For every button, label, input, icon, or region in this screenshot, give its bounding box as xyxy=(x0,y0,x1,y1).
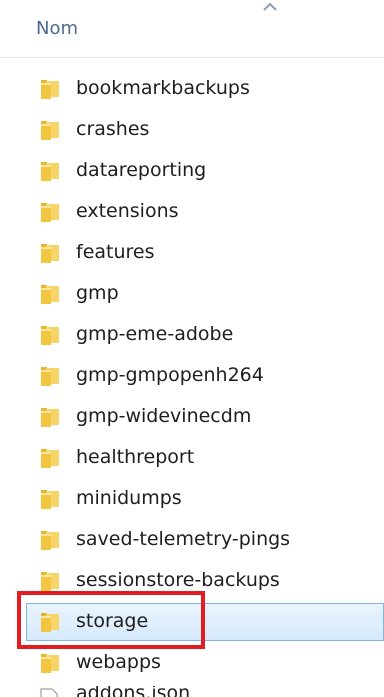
folder-icon xyxy=(41,121,59,140)
file-label: addons.json xyxy=(76,686,191,697)
column-header-name[interactable]: Nom xyxy=(36,18,78,39)
file-icon xyxy=(40,688,58,697)
folder-icon xyxy=(41,490,59,509)
column-header-bar: Nom xyxy=(0,0,384,58)
folder-name: healthreport xyxy=(76,446,195,468)
folder-icon xyxy=(41,203,59,222)
folder-row-minidumps[interactable]: minidumps xyxy=(0,478,384,519)
folder-name: datareporting xyxy=(76,159,207,181)
folder-name: gmp-gmpopenh264 xyxy=(76,364,264,386)
folder-row-gmp-widevinecdm[interactable]: gmp-widevinecdm xyxy=(0,396,384,437)
folder-name: gmp xyxy=(76,282,119,304)
file-list-view: Nom bookmarkbackups crashes datareporting e… xyxy=(0,0,384,697)
folder-row-features[interactable]: features xyxy=(0,232,384,273)
folder-name: gmp-widevinecdm xyxy=(76,405,252,427)
folder-row-gmp[interactable]: gmp xyxy=(0,273,384,314)
folder-icon xyxy=(41,326,59,345)
folder-row-gmp-eme-adobe[interactable]: gmp-eme-adobe xyxy=(0,314,384,355)
folder-icon xyxy=(41,162,59,181)
folder-icon xyxy=(41,531,59,550)
folder-icon xyxy=(41,449,59,468)
folder-row-bookmarkbackups[interactable]: bookmarkbackups xyxy=(0,68,384,109)
folder-icon xyxy=(41,244,59,263)
folder-icon xyxy=(41,408,59,427)
red-highlight-box xyxy=(17,591,205,649)
folder-icon xyxy=(41,285,59,304)
folder-row-saved-telemetry-pings[interactable]: saved-telemetry-pings xyxy=(0,519,384,560)
folder-name: minidumps xyxy=(76,487,182,509)
sort-ascending-icon xyxy=(263,2,277,11)
folder-row-datareporting[interactable]: datareporting xyxy=(0,150,384,191)
folder-row-extensions[interactable]: extensions xyxy=(0,191,384,232)
folder-name: sessionstore-backups xyxy=(76,569,280,591)
folder-icon xyxy=(41,80,59,99)
folder-row-gmp-gmpopenh264[interactable]: gmp-gmpopenh264 xyxy=(0,355,384,396)
folder-name: webapps xyxy=(76,651,161,673)
folder-name: saved-telemetry-pings xyxy=(76,528,291,550)
folder-row-crashes[interactable]: crashes xyxy=(0,109,384,150)
folder-row-healthreport[interactable]: healthreport xyxy=(0,437,384,478)
folder-name: features xyxy=(76,241,155,263)
folder-icon xyxy=(41,654,59,673)
folder-name: gmp-eme-adobe xyxy=(76,323,234,345)
folder-name: extensions xyxy=(76,200,179,222)
folder-icon xyxy=(41,367,59,386)
folder-icon xyxy=(41,572,59,591)
folder-name: bookmarkbackups xyxy=(76,77,250,99)
folder-name: crashes xyxy=(76,118,150,140)
